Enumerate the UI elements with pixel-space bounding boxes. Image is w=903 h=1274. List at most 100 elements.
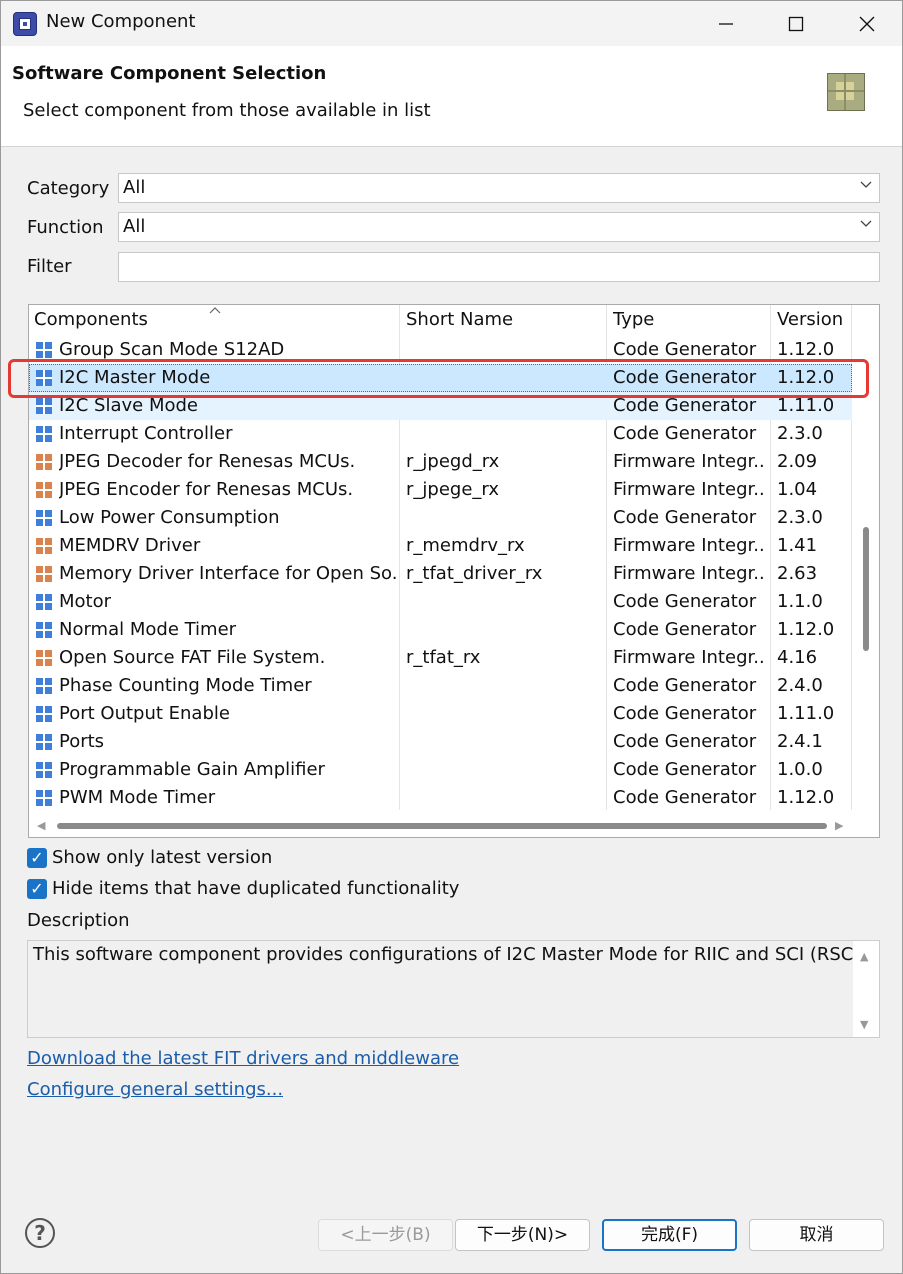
short-name-cell: r_jpege_rx <box>406 479 499 500</box>
type-cell: Code Generator <box>613 339 757 360</box>
type-cell: Code Generator <box>613 423 757 444</box>
table-row[interactable]: Port Output Enable Code Generator 1.11.0 <box>29 700 852 728</box>
table-row[interactable]: Interrupt Controller Code Generator 2.3.0 <box>29 420 852 448</box>
category-label: Category <box>27 178 110 199</box>
type-cell: Code Generator <box>613 591 757 612</box>
minimize-icon[interactable] <box>691 1 761 46</box>
show-latest-label[interactable]: Show only latest version <box>52 847 272 868</box>
type-cell: Firmware Integr... <box>613 563 765 584</box>
short-name-cell: r_jpegd_rx <box>406 451 500 472</box>
description-textarea[interactable]: This software component provides configu… <box>27 940 880 1038</box>
download-fit-link[interactable]: Download the latest FIT drivers and midd… <box>27 1048 459 1069</box>
code-generator-icon <box>36 762 52 778</box>
sort-ascending-icon <box>209 305 221 317</box>
vertical-scrollbar-thumb[interactable] <box>863 527 869 651</box>
version-cell: 1.12.0 <box>777 339 835 360</box>
table-row[interactable]: MEMDRV Driver r_memdrv_rx Firmware Integr.… <box>29 532 852 560</box>
table-row[interactable]: Open Source FAT File System. r_tfat_rx Fir… <box>29 644 852 672</box>
fit-module-icon <box>36 482 52 498</box>
table-row[interactable]: Motor Code Generator 1.1.0 <box>29 588 852 616</box>
code-generator-icon <box>36 510 52 526</box>
code-generator-icon <box>36 622 52 638</box>
component-name-cell: MEMDRV Driver <box>59 535 201 556</box>
category-value: All <box>123 177 146 198</box>
code-generator-icon <box>36 594 52 610</box>
type-cell: Firmware Integr... <box>613 647 765 668</box>
type-cell: Firmware Integr... <box>613 535 765 556</box>
maximize-icon[interactable] <box>761 1 831 46</box>
next-button[interactable]: 下一步(N)> <box>455 1219 590 1251</box>
type-cell: Code Generator <box>613 395 757 416</box>
type-cell: Firmware Integr... <box>613 451 765 472</box>
hide-duplicates-label[interactable]: Hide items that have duplicated function… <box>52 878 459 899</box>
table-row[interactable]: Low Power Consumption Code Generator 2.3.0 <box>29 504 852 532</box>
version-cell: 1.11.0 <box>777 395 835 416</box>
category-select[interactable]: All <box>118 173 880 203</box>
component-name-cell: Motor <box>59 591 112 612</box>
component-name-cell: Programmable Gain Amplifier <box>59 759 325 780</box>
scroll-down-icon[interactable]: ▼ <box>860 1018 868 1031</box>
code-generator-icon <box>36 398 52 414</box>
page-subtitle: Select component from those available in… <box>23 100 431 121</box>
window-title: New Component <box>46 11 196 32</box>
type-cell: Firmware Integr... <box>613 479 765 500</box>
filter-input[interactable] <box>118 252 880 282</box>
component-name-cell: Ports <box>59 731 105 752</box>
cancel-button[interactable]: 取消 <box>749 1219 884 1251</box>
scroll-right-icon[interactable]: ▶ <box>835 819 843 832</box>
description-scrollbar[interactable]: ▲ ▼ <box>853 941 879 1037</box>
version-cell: 1.11.0 <box>777 703 835 724</box>
highlight-annotation <box>8 359 869 398</box>
component-name-cell: I2C Slave Mode <box>59 395 198 416</box>
version-cell: 1.04 <box>777 479 818 500</box>
function-label: Function <box>27 217 104 238</box>
scroll-up-icon[interactable]: ▲ <box>860 950 868 963</box>
back-button[interactable]: <上一步(B) <box>318 1219 453 1251</box>
table-row[interactable]: Memory Driver Interface for Open So... r_… <box>29 560 852 588</box>
horizontal-scrollbar[interactable]: ◀ ▶ <box>29 814 879 836</box>
component-name-cell: Group Scan Mode S12AD <box>59 339 285 360</box>
close-icon[interactable] <box>832 1 902 46</box>
finish-button[interactable]: 完成(F) <box>602 1219 737 1251</box>
code-generator-icon <box>36 790 52 806</box>
scroll-left-icon[interactable]: ◀ <box>37 819 45 832</box>
table-row[interactable]: JPEG Encoder for Renesas MCUs. r_jpege_rx… <box>29 476 852 504</box>
version-cell: 1.41 <box>777 535 818 556</box>
function-value: All <box>123 216 146 237</box>
app-chip-icon <box>13 12 37 36</box>
component-name-cell: Interrupt Controller <box>59 423 233 444</box>
table-row[interactable]: Programmable Gain Amplifier Code Generato… <box>29 756 852 784</box>
table-row[interactable]: JPEG Decoder for Renesas MCUs. r_jpegd_rx… <box>29 448 852 476</box>
version-cell: 2.3.0 <box>777 423 823 444</box>
description-text: This software component provides configu… <box>33 944 872 965</box>
component-name-cell: Open Source FAT File System. <box>59 647 326 668</box>
show-latest-checkbox[interactable]: ✓ <box>27 848 47 868</box>
table-row[interactable]: Ports Code Generator 2.4.1 <box>29 728 852 756</box>
type-cell: Code Generator <box>613 731 757 752</box>
column-header-components[interactable]: Components <box>34 309 148 330</box>
component-name-cell: Phase Counting Mode Timer <box>59 675 312 696</box>
component-name-cell: Low Power Consumption <box>59 507 280 528</box>
help-icon[interactable]: ? <box>25 1218 55 1248</box>
fit-module-icon <box>36 650 52 666</box>
component-name-cell: Memory Driver Interface for Open So... <box>59 563 397 584</box>
column-header-short-name[interactable]: Short Name <box>406 309 513 330</box>
column-header-version[interactable]: Version <box>777 309 843 330</box>
column-header-type[interactable]: Type <box>613 309 654 330</box>
configure-settings-link[interactable]: Configure general settings... <box>27 1079 283 1100</box>
version-cell: 2.63 <box>777 563 818 584</box>
code-generator-icon <box>36 342 52 358</box>
component-name-cell: Normal Mode Timer <box>59 619 237 640</box>
table-row[interactable]: Phase Counting Mode Timer Code Generator 2… <box>29 672 852 700</box>
dialog-window: New Component Software Component Selecti… <box>0 0 903 1274</box>
component-name-cell: JPEG Decoder for Renesas MCUs. <box>59 451 356 472</box>
hide-duplicates-checkbox[interactable]: ✓ <box>27 879 47 899</box>
table-row[interactable]: Normal Mode Timer Code Generator 1.12.0 <box>29 616 852 644</box>
function-select[interactable]: All <box>118 212 880 242</box>
version-cell: 1.12.0 <box>777 619 835 640</box>
horizontal-scrollbar-thumb[interactable] <box>57 823 827 829</box>
component-name-cell: Port Output Enable <box>59 703 230 724</box>
type-cell: Code Generator <box>613 507 757 528</box>
code-generator-icon <box>36 734 52 750</box>
table-row[interactable]: PWM Mode Timer Code Generator 1.12.0 <box>29 784 852 812</box>
